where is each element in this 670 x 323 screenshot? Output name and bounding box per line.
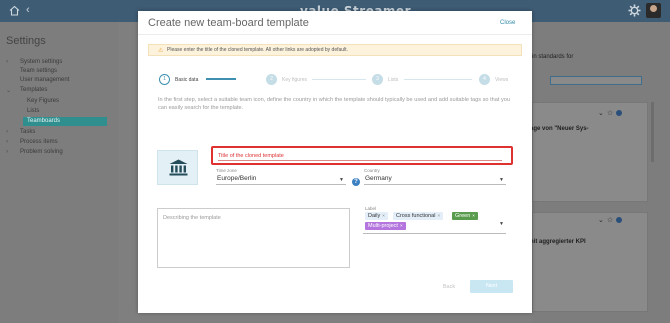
- sidebar-item-lists[interactable]: Lists: [27, 107, 39, 115]
- scrollbar[interactable]: [651, 102, 654, 162]
- sidebar-item-team-settings[interactable]: Team settings: [20, 67, 57, 75]
- tag-green: Green ×: [452, 212, 478, 220]
- avatar[interactable]: [646, 3, 661, 18]
- help-icon[interactable]: ?: [352, 178, 360, 186]
- country-value: Germany: [365, 175, 392, 182]
- chevron-down-icon[interactable]: ⌄: [598, 110, 607, 117]
- bank-icon: [169, 159, 188, 176]
- country-select[interactable]: Germany ▼: [364, 174, 506, 185]
- help-icon[interactable]: [616, 217, 623, 224]
- intro-text: In the first step, select a suitable tea…: [158, 97, 510, 111]
- tag-multi-project: Multi-project ×: [365, 222, 406, 230]
- warning-banner: ⚠ Please enter the title of the cloned t…: [148, 44, 522, 56]
- country-label: Country: [364, 168, 380, 173]
- expand-arrow-icon[interactable]: ›: [6, 148, 8, 156]
- background-panel: in standards for ⌄☆ age von "Neuer Sys- …: [530, 22, 670, 323]
- sidebar-item-tasks[interactable]: Tasks: [20, 128, 35, 136]
- step-4-circle[interactable]: 4: [479, 74, 490, 85]
- step-3-label[interactable]: Lists: [388, 77, 398, 83]
- next-button[interactable]: Next: [470, 280, 513, 293]
- warning-icon: ⚠: [158, 48, 164, 54]
- tag-daily: Daily ×: [365, 212, 388, 220]
- step-4-label[interactable]: Views: [495, 77, 508, 83]
- step-progress-line: [206, 78, 236, 80]
- star-icon[interactable]: ☆: [607, 217, 616, 224]
- time-zone-select[interactable]: Europe/Berlin ▼: [216, 174, 346, 185]
- sidebar-item-problem-solving[interactable]: Problem solving: [20, 148, 63, 156]
- remove-tag-icon[interactable]: ×: [472, 213, 475, 218]
- step-connector: [404, 79, 472, 80]
- card-actions: ⌄☆: [598, 216, 623, 224]
- dialog-header: Create new team-board template Close: [138, 11, 532, 35]
- step-connector: [312, 79, 366, 80]
- chevron-left-icon[interactable]: ‹: [26, 4, 30, 16]
- sidebar-item-teamboards[interactable]: Teamboards: [23, 117, 107, 126]
- template-title-input[interactable]: [218, 151, 502, 161]
- remove-tag-icon[interactable]: ×: [400, 223, 403, 228]
- dialog-title: Create new team-board template: [148, 17, 309, 29]
- panel-card-text: nit aggregierter KPI: [530, 239, 586, 245]
- panel-card: [532, 102, 648, 202]
- home-icon[interactable]: [9, 5, 20, 16]
- step-2-label[interactable]: Key figures: [282, 77, 307, 83]
- sidebar-item-templates[interactable]: Templates: [20, 86, 47, 94]
- remove-tag-icon[interactable]: ×: [437, 213, 440, 218]
- warning-text: Please enter the title of the cloned tem…: [167, 47, 348, 53]
- sidebar-item-system-settings[interactable]: System settings: [20, 58, 62, 66]
- chevron-down-icon[interactable]: ⌄: [598, 217, 607, 224]
- time-zone-label: Time zone: [216, 168, 237, 173]
- panel-card-text: age von "Neuer Sys-: [530, 126, 589, 132]
- help-icon[interactable]: [616, 110, 623, 117]
- expand-arrow-icon[interactable]: ›: [6, 138, 8, 146]
- time-zone-value: Europe/Berlin: [217, 175, 257, 182]
- star-icon[interactable]: ☆: [607, 110, 616, 117]
- caret-down-icon: ▼: [499, 177, 504, 183]
- step-3-circle[interactable]: 3: [372, 74, 383, 85]
- template-title-field: [211, 146, 513, 165]
- panel-text: in standards for: [532, 54, 574, 60]
- close-button[interactable]: Close: [500, 20, 515, 26]
- expand-arrow-icon[interactable]: ›: [6, 58, 8, 66]
- sidebar-title: Settings: [6, 35, 46, 47]
- caret-down-icon: ▼: [339, 177, 344, 183]
- remove-tag-icon[interactable]: ×: [382, 213, 385, 218]
- panel-card: [532, 212, 648, 312]
- gear-icon[interactable]: [628, 4, 641, 17]
- back-button[interactable]: Back: [438, 282, 460, 292]
- sidebar-item-key-figures[interactable]: Key Figures: [27, 97, 59, 105]
- settings-sidebar: Settings › System settings Team settings…: [0, 22, 118, 323]
- caret-down-icon: ▼: [499, 221, 504, 227]
- labels-label: Label: [365, 206, 377, 211]
- step-2-circle[interactable]: 2: [266, 74, 277, 85]
- labels-select[interactable]: Daily × Cross functional × Green × Multi-pr…: [363, 212, 506, 234]
- step-1-label[interactable]: Basic data: [175, 77, 198, 83]
- description-textarea[interactable]: [158, 209, 349, 267]
- panel-input[interactable]: [550, 76, 642, 85]
- step-1-circle[interactable]: 1: [159, 74, 170, 85]
- tag-cross-functional: Cross functional ×: [393, 212, 444, 220]
- expand-arrow-icon[interactable]: ›: [6, 128, 8, 136]
- collapse-arrow-icon[interactable]: ⌄: [6, 87, 11, 95]
- sidebar-item-process-items[interactable]: Process items: [20, 138, 58, 146]
- description-field: [157, 208, 350, 268]
- create-template-dialog: Create new team-board template Close ⚠ P…: [138, 11, 532, 313]
- sidebar-item-user-management[interactable]: User management: [20, 76, 69, 84]
- card-actions: ⌄☆: [598, 109, 623, 117]
- team-icon-picker[interactable]: [157, 150, 198, 185]
